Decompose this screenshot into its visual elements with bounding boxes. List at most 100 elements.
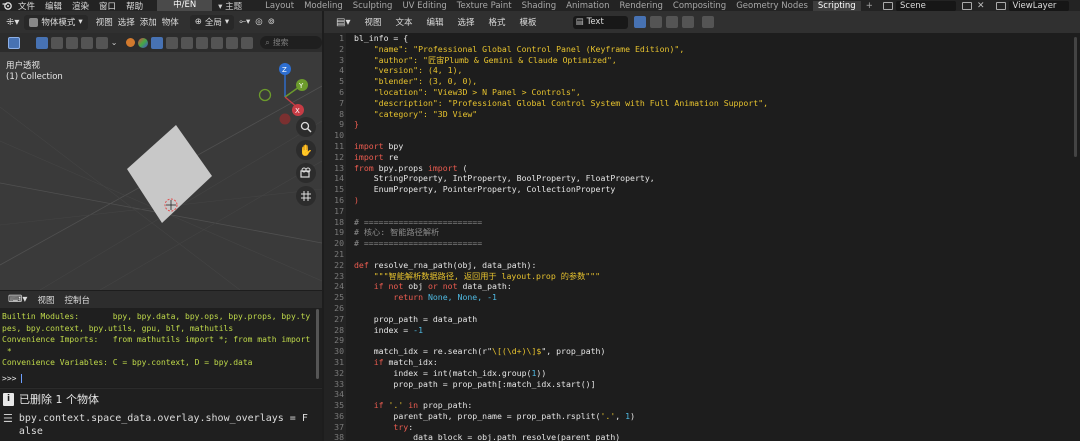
view-layer-field[interactable]: ViewLayer — [1008, 0, 1069, 11]
code-line[interactable]: 34 — [324, 389, 1080, 400]
menu-view[interactable]: 视图 — [37, 294, 54, 306]
code-line[interactable]: 37 try: — [324, 422, 1080, 433]
zoom-icon[interactable] — [296, 117, 316, 137]
code-line[interactable]: 20 # ======================== — [324, 238, 1080, 249]
delete-scene-icon[interactable]: ✕ — [977, 1, 985, 11]
transform-orientation-dropdown[interactable]: ⊕ 全局 ▾ — [189, 14, 235, 30]
code-line[interactable]: 13 from bpy.props import ( — [324, 163, 1080, 174]
menu-console[interactable]: 控制台 — [64, 294, 90, 306]
code-line[interactable]: 15 EnumProperty, PointerProperty, Collec… — [324, 184, 1080, 195]
theme-menu[interactable]: ▾ 主题 — [212, 0, 248, 12]
code-line[interactable]: 7 "description": "Professional Global Co… — [324, 98, 1080, 109]
menu-render[interactable]: 渲染 — [68, 0, 95, 12]
editor-scrollbar[interactable] — [1074, 37, 1077, 157]
code-line[interactable]: 19 # 核心: 智能路径解析 — [324, 227, 1080, 238]
scene-icon[interactable] — [883, 1, 893, 10]
code-line[interactable]: 30 match_idx = re.search(r"\[(\d+)\]$", … — [324, 346, 1080, 357]
python-console[interactable]: ⌨▾ 视图 控制台 Builtin Modules: bpy, bpy.data… — [0, 291, 322, 387]
code-line[interactable]: 6 "location": "View3D > N Panel > Contro… — [324, 87, 1080, 98]
code-line[interactable]: 22 def resolve_rna_path(obj, data_path): — [324, 260, 1080, 271]
code-line[interactable]: 16) — [324, 195, 1080, 206]
pivot-icon[interactable]: ⟜▾ — [239, 17, 250, 27]
shading-material-icon[interactable] — [196, 36, 209, 49]
code-line[interactable]: 23 """智能解析数据路径, 返回用于 layout.prop 的参数""" — [324, 271, 1080, 282]
code-line[interactable]: 25 return None, None, -1 — [324, 292, 1080, 303]
tab-rendering[interactable]: Rendering — [615, 1, 668, 11]
tab-shading[interactable]: Shading — [517, 1, 562, 11]
camera-view-icon[interactable] — [296, 163, 316, 183]
tab-uv-editing[interactable]: UV Editing — [397, 1, 451, 11]
fake-user-shield-icon[interactable] — [633, 16, 646, 28]
tab-layout[interactable]: Layout — [260, 1, 299, 11]
select-mode-intersect-icon[interactable] — [95, 36, 108, 49]
gizmo-icon[interactable] — [241, 36, 254, 49]
code-line[interactable]: 10 — [324, 130, 1080, 141]
menu-view[interactable]: 视图 — [96, 16, 113, 28]
select-mode-subtract-icon[interactable] — [65, 36, 78, 49]
info-editor[interactable]: i 已删除 1 个物体 ☰ bpy.context.space_data.ove… — [0, 388, 322, 441]
code-line[interactable]: 1 bl_info = { — [324, 33, 1080, 44]
select-mode-new-icon[interactable] — [35, 36, 48, 49]
select-mode-invert-icon[interactable] — [80, 36, 93, 49]
menu-text[interactable]: 文本 — [395, 16, 412, 28]
snap-icon[interactable]: ◎ — [255, 17, 262, 27]
select-mode-extend-icon[interactable] — [50, 36, 63, 49]
ortho-grid-icon[interactable] — [296, 186, 316, 206]
menu-format[interactable]: 格式 — [489, 16, 506, 28]
code-line[interactable]: 32 index = int(match_idx.group(1)) — [324, 368, 1080, 379]
menu-select[interactable]: 选择 — [458, 16, 475, 28]
text-datablock-field[interactable]: ▤ Text — [572, 15, 628, 29]
3d-viewport[interactable]: Z Y X ⁜▾ 物体模式 ▾ 视图 选择 添加 物体 ⊕ 全局 ▾ ⟜▾ ◎ … — [0, 11, 322, 290]
code-line[interactable]: 28 index = -1 — [324, 325, 1080, 336]
tab-geometry-nodes[interactable]: Geometry Nodes — [731, 1, 813, 11]
tab-scripting[interactable]: Scripting — [812, 0, 861, 11]
code-line[interactable]: 17 — [324, 206, 1080, 217]
editor-type-icon[interactable]: ⌨▾ — [8, 294, 27, 305]
menu-select[interactable]: 选择 — [118, 16, 135, 28]
color-sphere-icon[interactable] — [138, 37, 149, 48]
tab-compositing[interactable]: Compositing — [668, 1, 731, 11]
tab-animation[interactable]: Animation — [561, 1, 614, 11]
blender-logo-icon[interactable] — [0, 0, 14, 11]
menu-help[interactable]: 帮助 — [122, 0, 149, 12]
code-line[interactable]: 21 — [324, 249, 1080, 260]
add-workspace-button[interactable]: + — [861, 1, 878, 11]
editor-type-icon[interactable]: ▤▾ — [336, 17, 350, 28]
code-line[interactable]: 35 if '.' in prop_path: — [324, 400, 1080, 411]
menu-add[interactable]: 添加 — [140, 16, 157, 28]
language-toggle-button[interactable]: 中/EN — [157, 0, 213, 11]
proportional-icon[interactable]: ⊚ — [268, 17, 275, 27]
unlink-x-icon[interactable] — [681, 16, 694, 28]
menu-edit[interactable]: 编辑 — [427, 16, 444, 28]
menu-edit[interactable]: 编辑 — [41, 0, 68, 12]
code-line[interactable]: 29 — [324, 335, 1080, 346]
editor-type-icon[interactable]: ⁜▾ — [6, 17, 19, 28]
code-line[interactable]: 33 prop_path = prop_path[:match_idx.star… — [324, 379, 1080, 390]
view-layer-icon[interactable] — [995, 1, 1006, 10]
run-script-icon[interactable] — [701, 16, 714, 28]
code-line[interactable]: 11 import bpy — [324, 141, 1080, 152]
mode-dropdown[interactable]: 物体模式 ▾ — [24, 14, 88, 30]
text-editor[interactable]: ▤▾ 视图 文本 编辑 选择 格式 模板 ▤ Text 1 bl_info = {… — [324, 11, 1080, 441]
code-line[interactable]: 2 "name": "Professional Global Control P… — [324, 44, 1080, 55]
open-folder-icon[interactable] — [665, 16, 678, 28]
code-line[interactable]: 3 "author": "匠宙Plumb & Gemini & Claude O… — [324, 55, 1080, 66]
overlay-icon[interactable] — [226, 36, 239, 49]
menu-templates[interactable]: 模板 — [520, 16, 537, 28]
search-input[interactable]: ⌕ 搜索 — [260, 36, 322, 49]
tab-modeling[interactable]: Modeling — [299, 1, 348, 11]
scene-field[interactable]: Scene — [896, 0, 956, 11]
tab-texture-paint[interactable]: Texture Paint — [452, 1, 517, 11]
menu-object[interactable]: 物体 — [162, 16, 179, 28]
select-box-tool-icon[interactable] — [8, 36, 20, 49]
code-line[interactable]: 24 if not obj or not data_path: — [324, 281, 1080, 292]
code-line[interactable]: 36 parent_path, prop_name = prop_path.rs… — [324, 411, 1080, 422]
chevron-down-icon[interactable]: ⌄ — [111, 38, 118, 47]
code-line[interactable]: 26 — [324, 303, 1080, 314]
menu-window[interactable]: 窗口 — [95, 0, 122, 12]
code-line[interactable]: 12 import re — [324, 152, 1080, 163]
code-area[interactable]: 1 bl_info = {2 "name": "Professional Glob… — [324, 33, 1080, 441]
viewport-visibility-icon[interactable] — [126, 38, 136, 47]
code-line[interactable]: 31 if match_idx: — [324, 357, 1080, 368]
code-line[interactable]: 18 # ======================== — [324, 217, 1080, 228]
